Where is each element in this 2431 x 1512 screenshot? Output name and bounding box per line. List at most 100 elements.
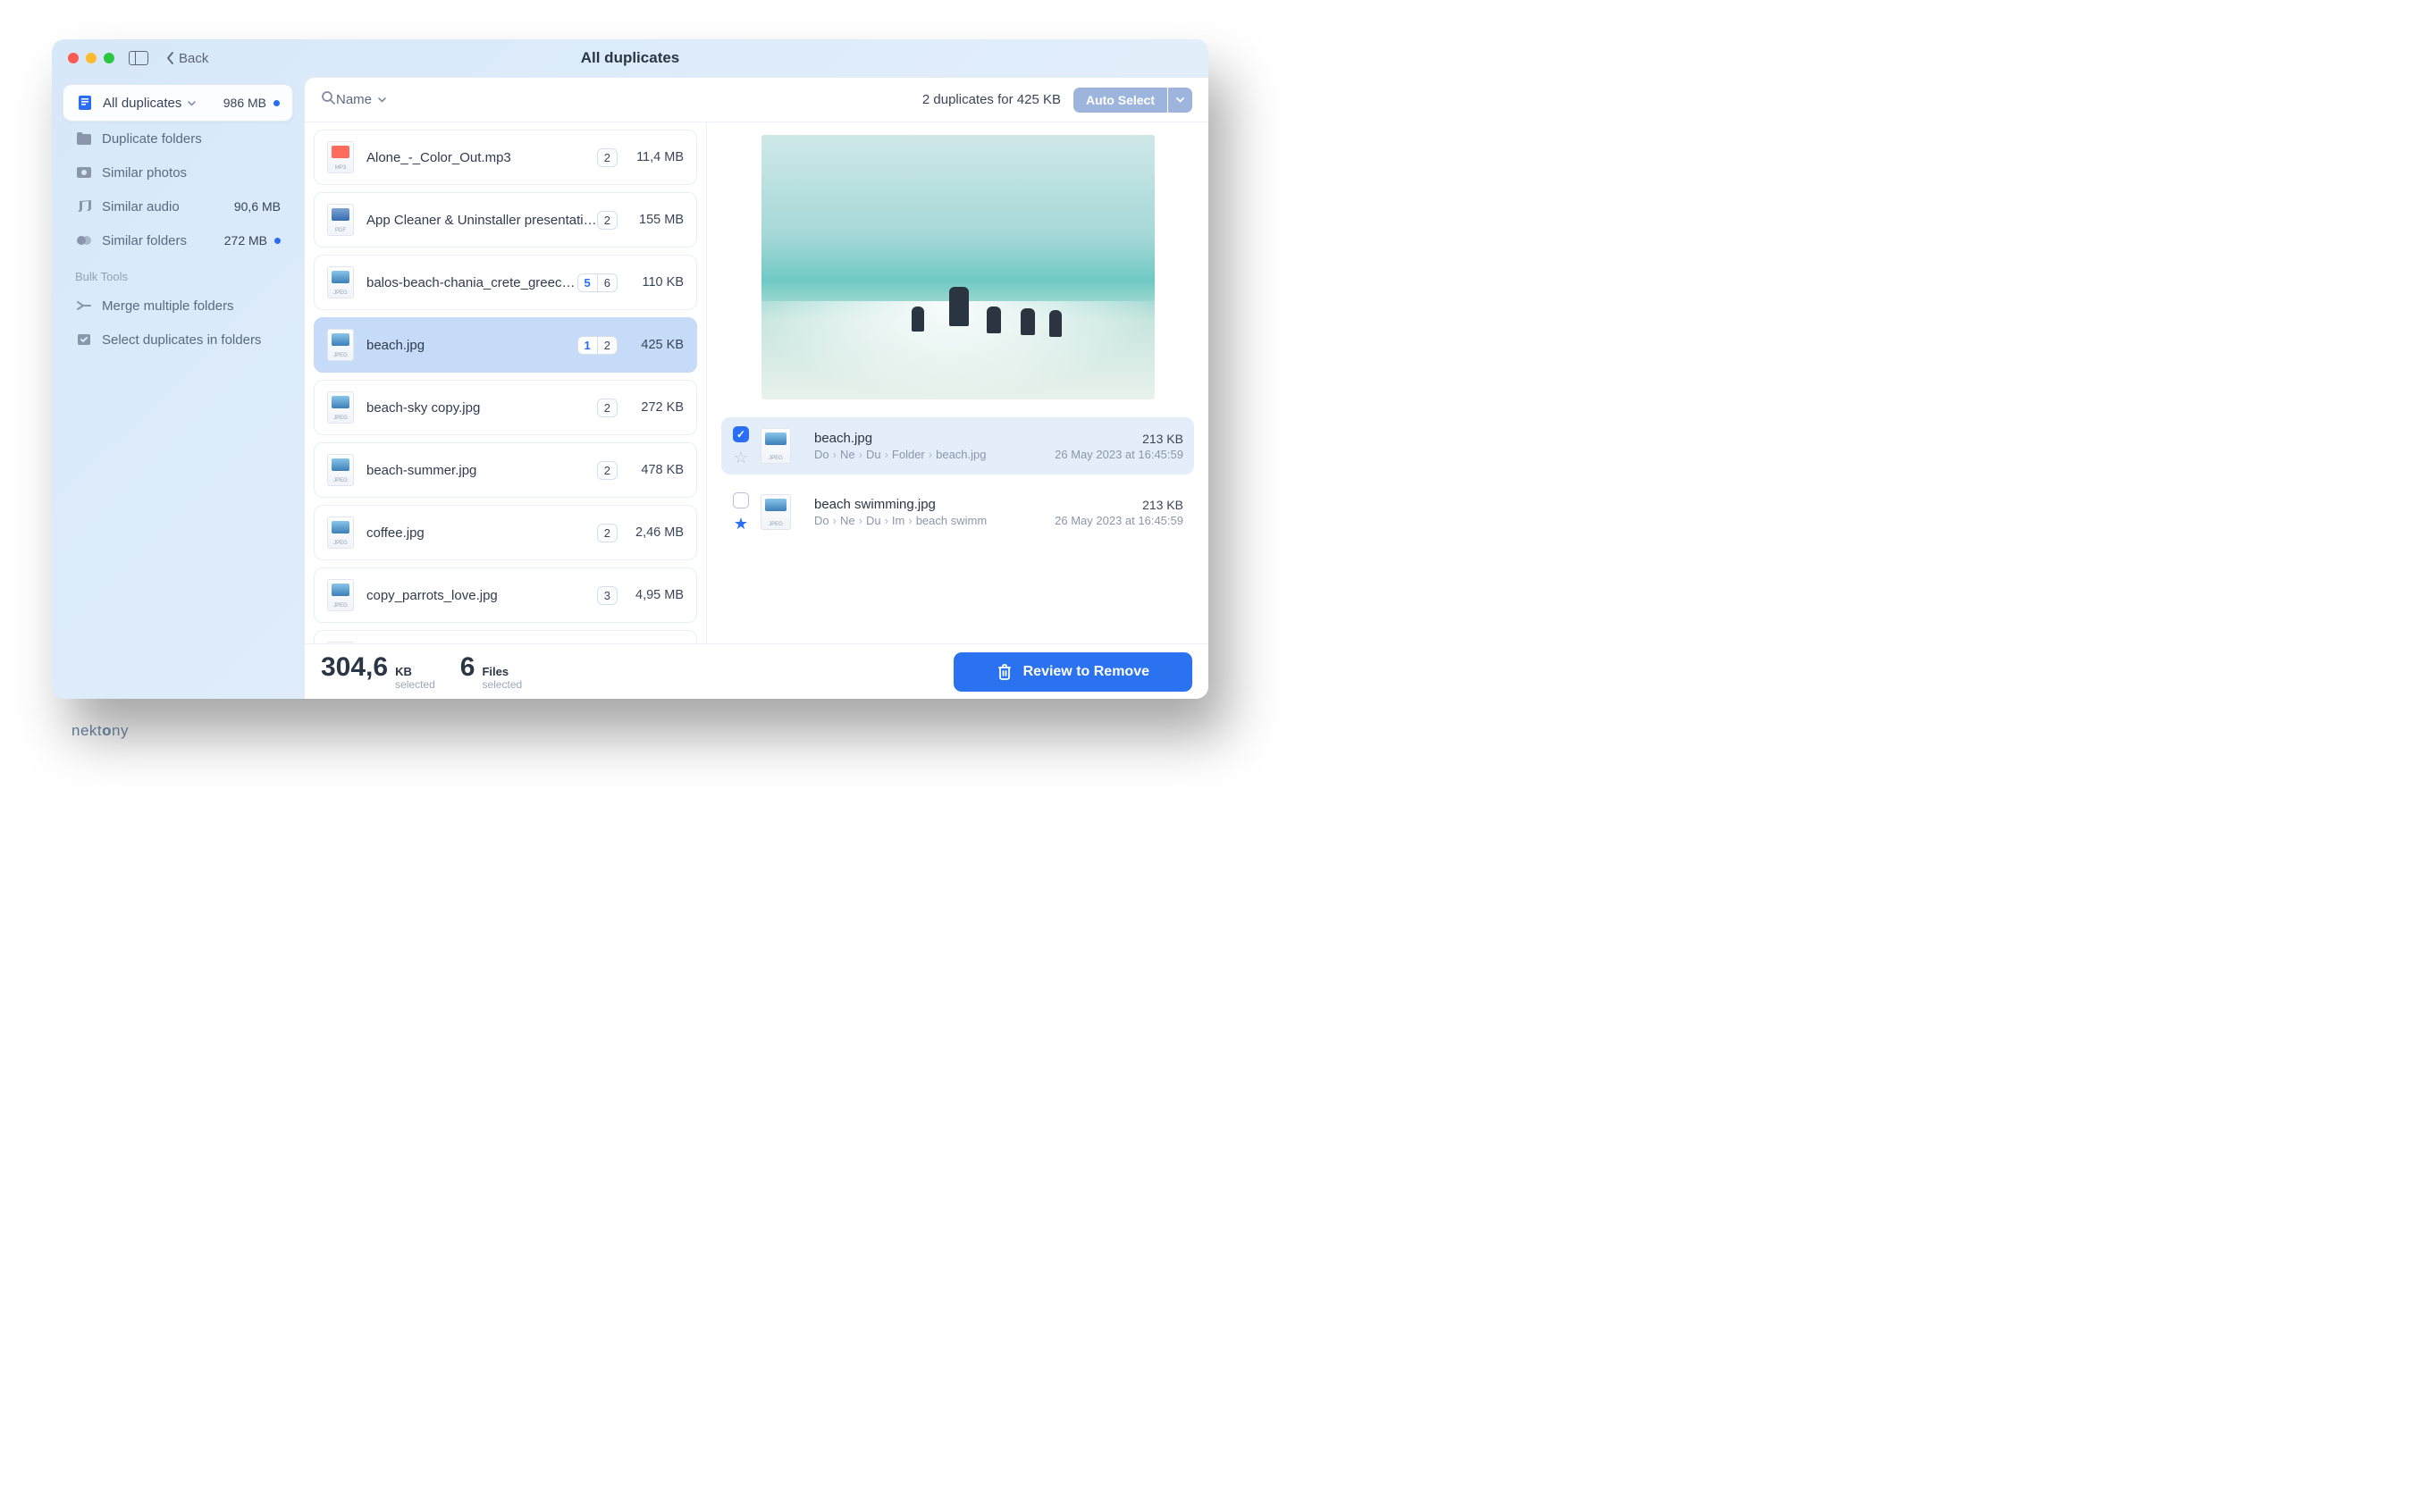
checkbox[interactable]: [733, 426, 749, 442]
selected-files-unit: Files: [482, 666, 522, 679]
star-icon[interactable]: ☆: [734, 449, 748, 466]
count-badge: 3: [597, 586, 618, 605]
file-thumbnail-icon: JPEG: [761, 494, 791, 530]
dup-name: beach.jpg: [814, 431, 1044, 446]
sidebar-toggle-icon[interactable]: [129, 51, 148, 65]
file-row[interactable]: JPEG beach-sky copy.jpg 2 272 KB: [314, 380, 697, 435]
sidebar-icon: [75, 231, 93, 249]
file-row[interactable]: MP3 Alone_-_Color_Out.mp3 2 11,4 MB: [314, 130, 697, 185]
toolbar: Name 2 duplicates for 425 KB Auto Select: [305, 78, 1208, 122]
dup-info: beach.jpg Do›Ne›Du›Folder›beach.jpg: [814, 431, 1044, 461]
sidebar-tool[interactable]: Merge multiple folders: [63, 289, 293, 323]
body: All duplicates 986 MB Duplicate folders …: [52, 77, 1208, 699]
sidebar-icon: [75, 197, 93, 215]
file-name: beach-sky copy.jpg: [366, 400, 597, 416]
search-icon[interactable]: [321, 90, 336, 110]
window-title: All duplicates: [52, 49, 1208, 67]
checkbox[interactable]: [733, 492, 749, 508]
auto-select-group: Auto Select: [1073, 88, 1192, 113]
close-window-button[interactable]: [68, 53, 79, 63]
chevron-down-icon: [187, 98, 197, 108]
back-label: Back: [179, 51, 208, 66]
file-thumbnail-icon: JPEG: [327, 454, 354, 486]
file-name: copy_parrots_love.jpg: [366, 588, 597, 603]
file-thumbnail-icon: JPEG: [761, 428, 791, 464]
sidebar-item[interactable]: Duplicate folders: [63, 122, 293, 155]
sort-label: Name: [336, 92, 372, 107]
sidebar-icon: [75, 164, 93, 181]
auto-select-dropdown[interactable]: [1168, 88, 1192, 113]
dup-path: Do›Ne›Du›Folder›beach.jpg: [814, 448, 1044, 461]
badge-group: 2: [597, 461, 618, 480]
duplicate-card[interactable]: ☆ JPEG beach.jpg Do›Ne›Du›Folder›beach.j…: [721, 417, 1194, 475]
review-to-remove-button[interactable]: Review to Remove: [954, 652, 1192, 692]
sidebar-tool[interactable]: Select duplicates in folders: [63, 323, 293, 357]
selected-files-stat: 6 Files selected: [460, 652, 522, 692]
app-window: Back All duplicates All duplicates 986 M…: [52, 39, 1208, 699]
dup-date: 26 May 2023 at 16:45:59: [1055, 514, 1183, 527]
dup-path: Do›Ne›Du›Im›beach swimm: [814, 514, 1044, 527]
count-badge: 2: [597, 211, 618, 230]
badge-group: 2: [597, 148, 618, 167]
file-row[interactable]: PDF Duplicate File Finder - PDF Tutorial…: [314, 630, 697, 643]
file-thumbnail-icon: JPEG: [327, 517, 354, 549]
file-thumbnail-icon: JPEG: [327, 579, 354, 611]
file-list[interactable]: MP3 Alone_-_Color_Out.mp3 2 11,4 MB PDF A…: [305, 122, 707, 643]
file-row[interactable]: JPEG balos-beach-chania_crete_greece.j… …: [314, 255, 697, 310]
indicator-dot-icon: [273, 100, 280, 106]
file-row[interactable]: JPEG coffee.jpg 2 2,46 MB: [314, 505, 697, 560]
sidebar-item-all-duplicates[interactable]: All duplicates 986 MB: [63, 84, 293, 122]
selected-size-value: 304,6: [321, 652, 388, 683]
dup-meta: 213 KB 26 May 2023 at 16:45:59: [1055, 432, 1183, 461]
file-name: balos-beach-chania_crete_greece.j…: [366, 275, 577, 290]
back-button[interactable]: Back: [166, 51, 208, 66]
file-name: Alone_-_Color_Out.mp3: [366, 150, 597, 165]
dup-meta: 213 KB 26 May 2023 at 16:45:59: [1055, 498, 1183, 527]
brand-logo: nektony: [72, 722, 129, 740]
selected-size-unit: KB: [395, 666, 435, 679]
duplicate-card[interactable]: ★ JPEG beach swimming.jpg Do›Ne›Du›Im›be…: [721, 483, 1194, 541]
detail-pane: ☆ JPEG beach.jpg Do›Ne›Du›Folder›beach.j…: [707, 122, 1208, 643]
sidebar-item[interactable]: Similar folders 272 MB: [63, 223, 293, 257]
file-row[interactable]: JPEG copy_parrots_love.jpg 3 4,95 MB: [314, 567, 697, 623]
dup-size: 213 KB: [1055, 432, 1183, 446]
file-thumbnail-icon: JPEG: [327, 329, 354, 361]
selected-files-value: 6: [460, 652, 475, 683]
file-row[interactable]: JPEG beach-summer.jpg 2 478 KB: [314, 442, 697, 498]
sidebar-item[interactable]: Similar photos: [63, 155, 293, 189]
count-badge: 2: [597, 524, 618, 542]
badge-group: 2: [597, 399, 618, 417]
star-icon[interactable]: ★: [734, 516, 748, 532]
footer: 304,6 KB selected 6 Files selected: [305, 643, 1208, 699]
file-thumbnail-icon: JPEG: [327, 266, 354, 298]
file-thumbnail-icon: MP3: [327, 141, 354, 173]
sidebar-item-label: Duplicate folders: [102, 131, 202, 147]
sidebar-icon: [75, 130, 93, 147]
window-controls: [68, 53, 114, 63]
sidebar-item-size: 272 MB: [224, 233, 267, 248]
dup-info: beach swimming.jpg Do›Ne›Du›Im›beach swi…: [814, 497, 1044, 527]
selected-size-sub: selected: [395, 679, 435, 692]
dup-controls: ☆: [732, 426, 750, 466]
count-badge: 2: [597, 148, 618, 167]
document-icon: [76, 94, 94, 112]
count-badge: 5: [577, 273, 598, 292]
trash-icon: [997, 663, 1013, 681]
preview-image: [761, 135, 1155, 399]
sidebar-item-size: 90,6 MB: [234, 199, 281, 214]
file-thumbnail-icon: PDF: [327, 204, 354, 236]
file-size: 4,95 MB: [627, 588, 684, 602]
minimize-window-button[interactable]: [86, 53, 97, 63]
auto-select-button[interactable]: Auto Select: [1073, 88, 1167, 113]
count-badge: 2: [597, 399, 618, 417]
file-row[interactable]: JPEG beach.jpg 12 425 KB: [314, 317, 697, 373]
bulk-tools-header: Bulk Tools: [63, 257, 293, 289]
sidebar-tool-label: Merge multiple folders: [102, 298, 234, 314]
sort-button[interactable]: Name: [336, 92, 387, 107]
file-size: 272 KB: [627, 400, 684, 415]
file-row[interactable]: PDF App Cleaner & Uninstaller presentati…: [314, 192, 697, 248]
file-size: 155 MB: [627, 213, 684, 227]
zoom-window-button[interactable]: [104, 53, 114, 63]
sidebar-item[interactable]: Similar audio 90,6 MB: [63, 189, 293, 223]
file-thumbnail-icon: JPEG: [327, 391, 354, 424]
